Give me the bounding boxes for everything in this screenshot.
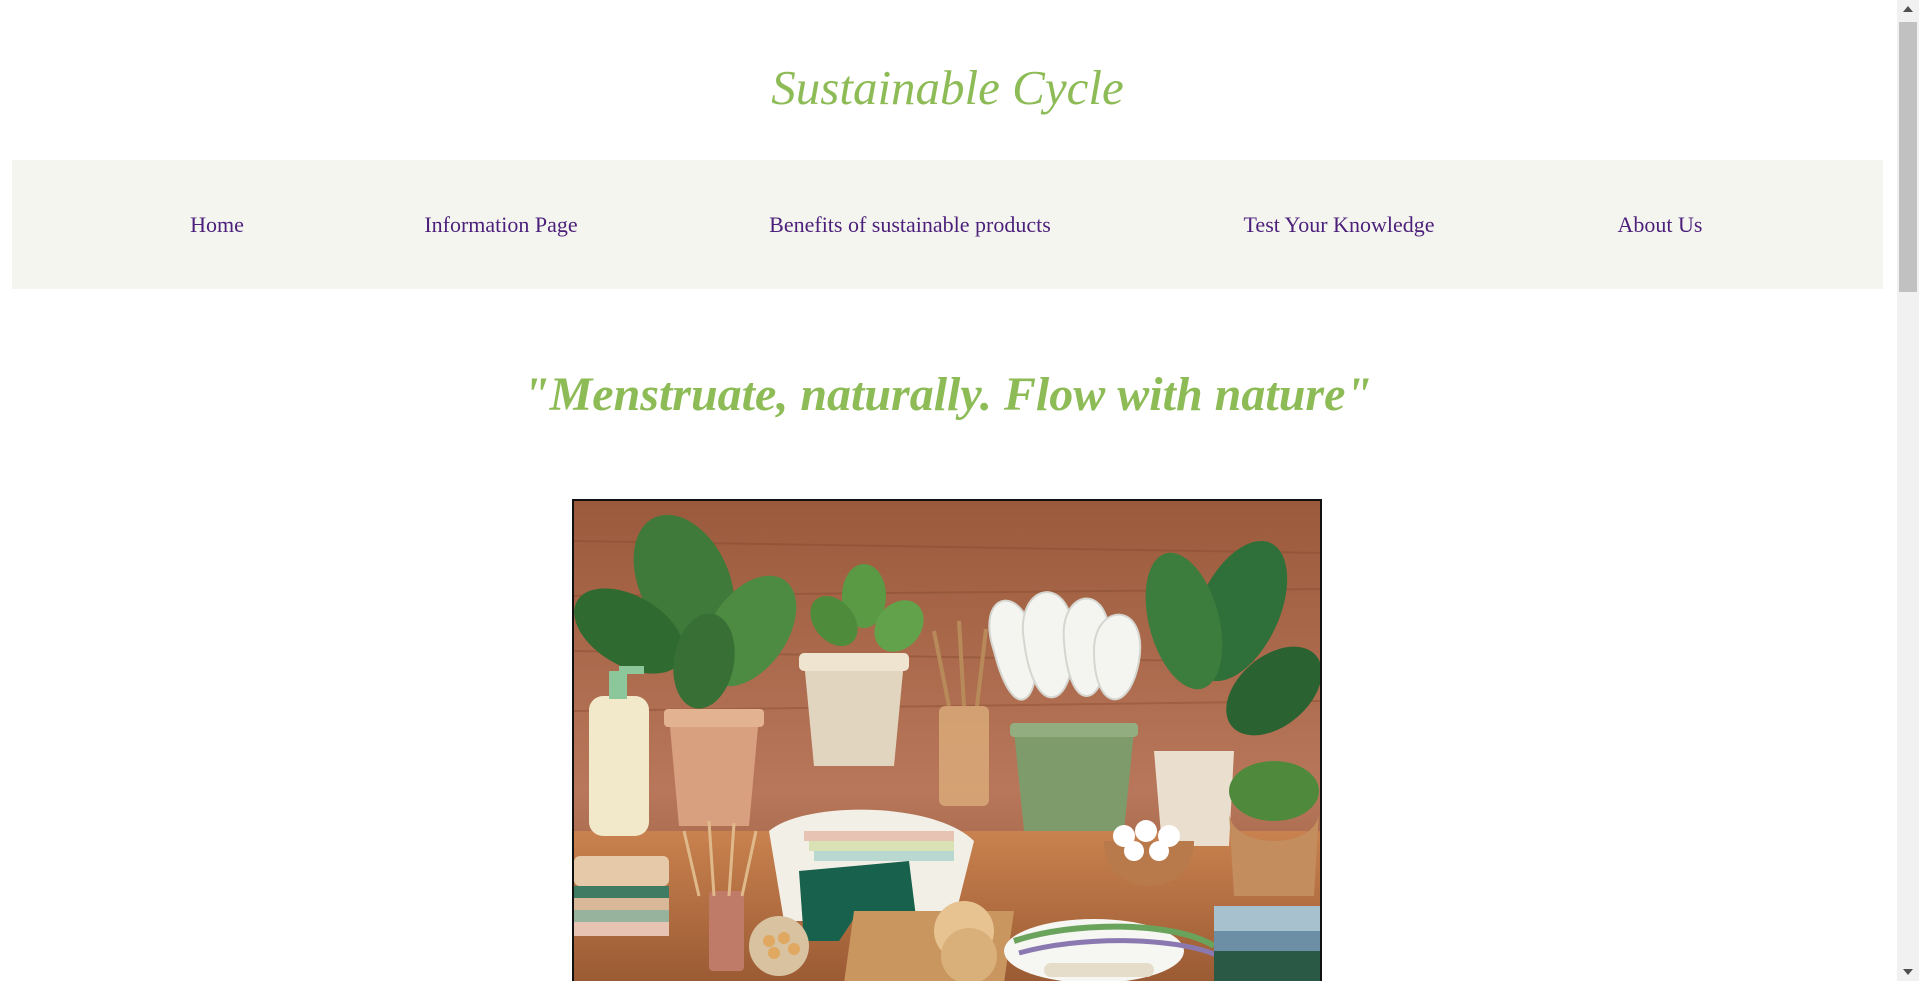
nav-link-benefits[interactable]: Benefits of sustainable products [769, 160, 1051, 289]
page: Sustainable Cycle Home Information Page … [0, 0, 1897, 981]
scroll-down-arrow-icon[interactable] [1903, 969, 1913, 975]
vertical-scrollbar[interactable] [1897, 0, 1919, 981]
scroll-up-arrow-icon[interactable] [1903, 6, 1913, 12]
nav-link-test-your-knowledge[interactable]: Test Your Knowledge [1244, 160, 1435, 289]
hero-image-sustainable-products [572, 499, 1322, 981]
scrollbar-thumb[interactable] [1899, 22, 1917, 292]
nav-link-information-page[interactable]: Information Page [424, 160, 577, 289]
nav-link-home[interactable]: Home [190, 160, 244, 289]
site-title: Sustainable Cycle [771, 60, 1124, 115]
hero-image-illustration [574, 501, 1320, 981]
main-navigation: Home Information Page Benefits of sustai… [12, 160, 1883, 289]
tagline: "Menstruate, naturally. Flow with nature… [522, 368, 1373, 421]
nav-link-about-us[interactable]: About Us [1618, 160, 1703, 289]
